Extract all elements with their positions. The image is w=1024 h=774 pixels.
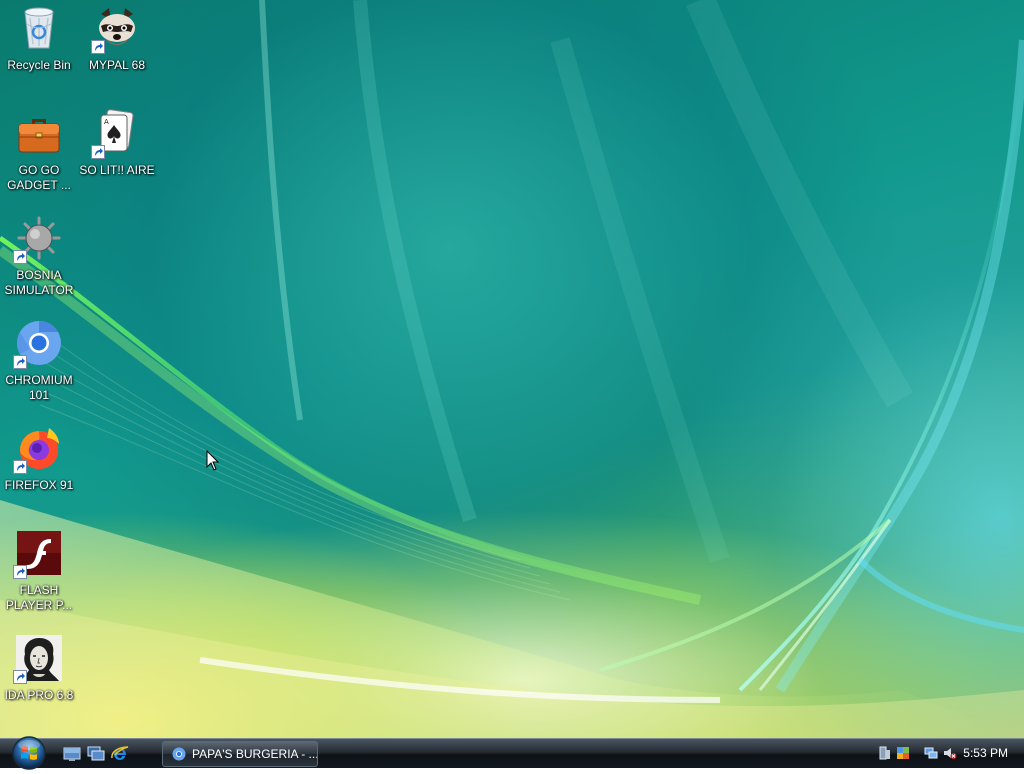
- icon-label: SO LIT!! AIRE: [79, 163, 155, 177]
- show-desktop-icon: [63, 747, 81, 761]
- desktop-icon-go-go-gadget[interactable]: GO GO GADGET ...: [1, 109, 77, 193]
- network-icon[interactable]: [924, 746, 938, 760]
- shortcut-arrow-icon: [13, 355, 27, 369]
- shortcut-arrow-icon: [13, 250, 27, 264]
- desktop-icon-bosnia-simulator[interactable]: BOSNIA SIMULATOR: [1, 214, 77, 298]
- icon-label: BOSNIA SIMULATOR: [4, 268, 74, 297]
- svg-text:A: A: [104, 118, 109, 126]
- desktop[interactable]: Recycle Bin MYPAL 68 GO GO GADGET ... A …: [0, 0, 1024, 738]
- icon-label: FIREFOX 91: [4, 478, 74, 492]
- icon-label: IDA PRO 6.8: [4, 688, 74, 702]
- shortcut-arrow-icon: [13, 460, 27, 474]
- briefcase-icon: [18, 119, 60, 153]
- taskbar-button-papas-burgeria[interactable]: PAPA'S BURGERIA - ...: [162, 741, 318, 767]
- chromium-icon: [172, 747, 186, 761]
- clock[interactable]: 5:53 PM: [963, 739, 1008, 768]
- desktop-icon-chromium-101[interactable]: CHROMIUM 101: [1, 319, 77, 403]
- shortcut-arrow-icon: [13, 565, 27, 579]
- taskbar-button-label: PAPA'S BURGERIA - ...: [192, 747, 318, 761]
- start-button[interactable]: [8, 736, 50, 770]
- icon-label: CHROMIUM 101: [5, 373, 73, 402]
- shortcut-arrow-icon: [13, 670, 27, 684]
- start-orb-icon: [12, 736, 46, 770]
- shortcut-arrow-icon: [91, 40, 105, 54]
- desktop-icon-flash-player[interactable]: FLASH PLAYER P...: [1, 529, 77, 613]
- quick-launch-switch-windows[interactable]: [86, 744, 106, 764]
- icon-label: Recycle Bin: [7, 58, 71, 72]
- icon-label: MYPAL 68: [88, 58, 146, 72]
- icon-label: FLASH PLAYER P...: [5, 583, 73, 612]
- volume-muted-icon[interactable]: [943, 746, 957, 760]
- desktop-icon-solitaire[interactable]: A SO LIT!! AIRE: [79, 109, 155, 178]
- desktop-icon-ida-pro-6-8[interactable]: IDA PRO 6.8: [1, 634, 77, 703]
- notification-area: 5:53 PM: [864, 739, 1024, 768]
- internet-explorer-icon: [111, 746, 129, 760]
- switch-windows-icon: [87, 746, 105, 761]
- recycle-bin-icon: [24, 7, 54, 49]
- taskbar: PAPA'S BURGERIA - ... 5:53 PM: [0, 736, 1024, 770]
- mouse-cursor-icon: [206, 450, 220, 471]
- desktop-icon-mypal-68[interactable]: MYPAL 68: [79, 4, 155, 73]
- desktop-icon-firefox-91[interactable]: FIREFOX 91: [1, 424, 77, 493]
- tray-app-icon[interactable]: [896, 746, 910, 760]
- icon-label: GO GO GADGET ...: [7, 163, 71, 192]
- desktop-icon-recycle-bin[interactable]: Recycle Bin: [1, 4, 77, 73]
- shortcut-arrow-icon: [91, 145, 105, 159]
- quick-launch-internet-explorer[interactable]: [110, 744, 130, 764]
- network-adapter-icon[interactable]: [878, 746, 892, 760]
- quick-launch-show-desktop[interactable]: [62, 744, 82, 764]
